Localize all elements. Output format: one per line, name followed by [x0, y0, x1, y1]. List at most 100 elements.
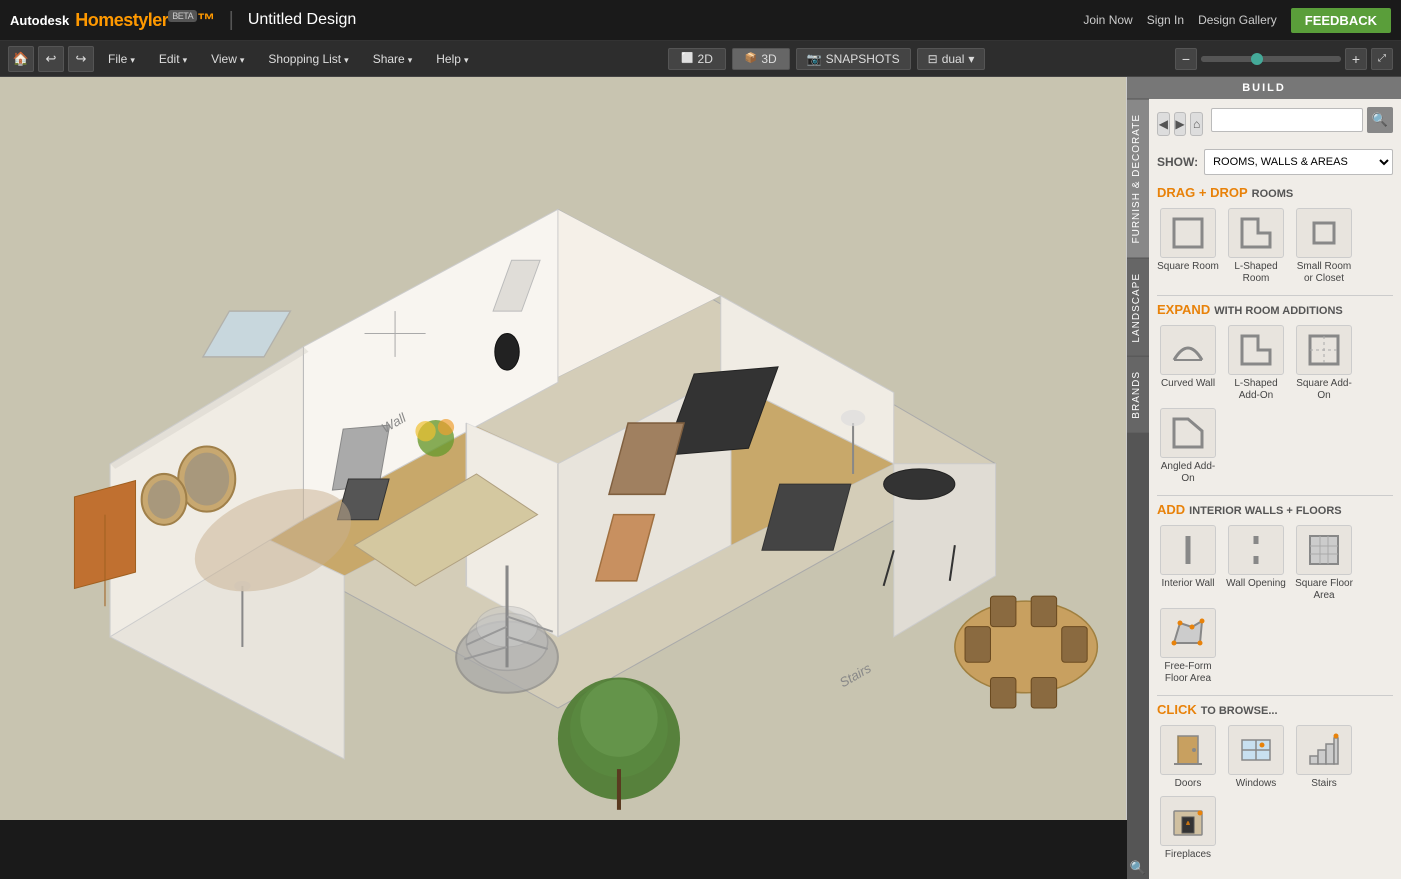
square-floor-area-label: Square Floor Area — [1293, 578, 1355, 602]
view-2d-button[interactable]: ⬜2D — [668, 48, 726, 70]
panel-nav: ◀ ▶ ⌂ 🔍 — [1157, 107, 1393, 141]
shopping-list-menu[interactable]: Shopping List▾ — [258, 48, 358, 70]
house-scene: Wall Stairs — [0, 77, 1126, 820]
doors-icon — [1160, 725, 1216, 775]
curved-wall-item[interactable]: Curved Wall — [1157, 325, 1219, 402]
sep1 — [1157, 295, 1393, 296]
wall-opening-label: Wall Opening — [1226, 578, 1286, 590]
zoom-in-button[interactable]: + — [1345, 48, 1367, 70]
l-shaped-addon-label: L-Shaped Add-On — [1225, 378, 1287, 402]
click-label: CLICK — [1157, 702, 1197, 717]
square-floor-area-item[interactable]: Square Floor Area — [1293, 525, 1355, 602]
free-form-floor-area-item[interactable]: Free-Form Floor Area — [1157, 608, 1219, 685]
square-floor-area-icon — [1296, 525, 1352, 575]
l-shaped-addon-item[interactable]: L-Shaped Add-On — [1225, 325, 1287, 402]
zoom-slider[interactable] — [1201, 56, 1341, 62]
wall-opening-item[interactable]: Wall Opening — [1225, 525, 1287, 602]
show-select[interactable]: ROOMS, WALLS & AREAS — [1204, 149, 1393, 175]
browse-grid: Doors Windows — [1157, 725, 1393, 861]
l-shaped-room-label: L-Shaped Room — [1225, 261, 1287, 285]
windows-icon — [1228, 725, 1284, 775]
logo-area: Autodesk HomestylerBETA™ | Untitled Desi… — [10, 9, 356, 32]
design-gallery-link[interactable]: Design Gallery — [1198, 13, 1277, 27]
interior-grid: Interior Wall Wall Opening Square Floor … — [1157, 525, 1393, 685]
sep3 — [1157, 695, 1393, 696]
curved-wall-label: Curved Wall — [1161, 378, 1215, 390]
browse-heading: CLICK TO BROWSE... — [1157, 702, 1393, 717]
feedback-button[interactable]: FEEDBACK — [1291, 8, 1391, 33]
view-menu[interactable]: View▾ — [201, 48, 254, 70]
drag-drop-heading: DRAG + DROP ROOMS — [1157, 185, 1393, 200]
free-form-floor-area-label: Free-Form Floor Area — [1157, 661, 1219, 685]
help-menu[interactable]: Help▾ — [426, 48, 478, 70]
canvas-area[interactable]: ▲ ▼ ◀ ▶ — [0, 77, 1126, 820]
drag-drop-label: DRAG + DROP — [1157, 185, 1248, 200]
panel-search-row: 🔍 — [1211, 107, 1393, 133]
logo-homestyler: HomestylerBETA™ — [75, 10, 214, 31]
stairs-item[interactable]: Stairs — [1293, 725, 1355, 790]
panel-search-input[interactable] — [1211, 108, 1363, 132]
windows-item[interactable]: Windows — [1225, 725, 1287, 790]
small-room-closet-icon — [1296, 208, 1352, 258]
zoom-slider-thumb[interactable] — [1251, 53, 1263, 65]
panel-home-button[interactable]: ⌂ — [1190, 112, 1203, 136]
square-addon-item[interactable]: Square Add-On — [1293, 325, 1355, 402]
panel-forward-button[interactable]: ▶ — [1174, 112, 1187, 136]
right-panel-inner: FURNISH & DECORATE LANDSCAPE BRANDS 🔍 ◀ … — [1127, 99, 1401, 879]
fireplaces-item[interactable]: Fireplaces — [1157, 796, 1219, 861]
brands-tab[interactable]: BRANDS — [1127, 356, 1149, 433]
interior-walls-label: INTERIOR WALLS + FLOORS — [1189, 505, 1341, 517]
zoom-out-button[interactable]: − — [1175, 48, 1197, 70]
windows-label: Windows — [1236, 778, 1277, 790]
panel-back-button[interactable]: ◀ — [1157, 112, 1170, 136]
angled-addon-label: Angled Add-On — [1157, 461, 1219, 485]
l-shaped-addon-icon — [1228, 325, 1284, 375]
add-label: ADD — [1157, 502, 1185, 517]
show-label: SHOW: — [1157, 155, 1198, 169]
free-form-floor-area-icon — [1160, 608, 1216, 658]
wall-opening-icon — [1228, 525, 1284, 575]
dual-view-button[interactable]: ⊟ dual ▾ — [917, 48, 986, 70]
main-area: ▲ ▼ ◀ ▶ — [0, 77, 1401, 820]
share-menu[interactable]: Share▾ — [363, 48, 423, 70]
fireplaces-label: Fireplaces — [1165, 849, 1211, 861]
stairs-icon — [1296, 725, 1352, 775]
menubar-right: − + ⤢ — [1167, 48, 1401, 70]
sign-in-link[interactable]: Sign In — [1147, 13, 1184, 27]
square-room-icon — [1160, 208, 1216, 258]
edit-menu[interactable]: Edit▾ — [149, 48, 197, 70]
home-icon-button[interactable]: 🏠 — [8, 46, 34, 72]
divider: | — [229, 9, 234, 32]
angled-addon-item[interactable]: Angled Add-On — [1157, 408, 1219, 485]
file-menu[interactable]: File▾ — [98, 48, 145, 70]
furnish-decorate-tab[interactable]: FURNISH & DECORATE — [1127, 99, 1149, 258]
join-now-link[interactable]: Join Now — [1083, 13, 1132, 27]
logo-autodesk: Autodesk — [10, 13, 69, 28]
fullscreen-button[interactable]: ⤢ — [1371, 48, 1393, 70]
undo-button[interactable]: ↩ — [38, 46, 64, 72]
topbar-left: Autodesk HomestylerBETA™ | Untitled Desi… — [10, 9, 356, 32]
right-panel: BUILD FURNISH & DECORATE LANDSCAPE BRAND… — [1126, 77, 1401, 820]
room-additions-grid: Curved Wall L-Shaped Add-On Square Add-O… — [1157, 325, 1393, 485]
show-row: SHOW: ROOMS, WALLS & AREAS — [1157, 149, 1393, 175]
interior-wall-item[interactable]: Interior Wall — [1157, 525, 1219, 602]
panel-search-icon[interactable]: 🔍 — [1127, 857, 1149, 879]
small-room-closet-item[interactable]: Small Room or Closet — [1293, 208, 1355, 285]
menu-bar: 🏠 ↩ ↪ File▾ Edit▾ View▾ Shopping List▾ S… — [0, 41, 1401, 77]
l-shaped-room-item[interactable]: L-Shaped Room — [1225, 208, 1287, 285]
landscape-tab[interactable]: LANDSCAPE — [1127, 258, 1149, 357]
panel-search-go-button[interactable]: 🔍 — [1367, 107, 1393, 133]
redo-button[interactable]: ↪ — [68, 46, 94, 72]
square-room-item[interactable]: Square Room — [1157, 208, 1219, 285]
brand-name: Autodesk — [10, 13, 69, 28]
room-additions-label: WITH ROOM ADDITIONS — [1214, 305, 1343, 317]
design-title[interactable]: Untitled Design — [248, 11, 357, 29]
rooms-label: ROOMS — [1252, 188, 1294, 200]
zoom-slider-track — [1201, 56, 1341, 62]
doors-item[interactable]: Doors — [1157, 725, 1219, 790]
snapshots-button[interactable]: 📷 SNAPSHOTS — [796, 48, 911, 70]
menubar-center: ⬜2D 📦3D 📷 SNAPSHOTS ⊟ dual ▾ — [486, 48, 1167, 70]
view-3d-button[interactable]: 📦3D — [732, 48, 790, 70]
beta-badge: BETA — [168, 10, 197, 22]
fireplaces-icon — [1160, 796, 1216, 846]
